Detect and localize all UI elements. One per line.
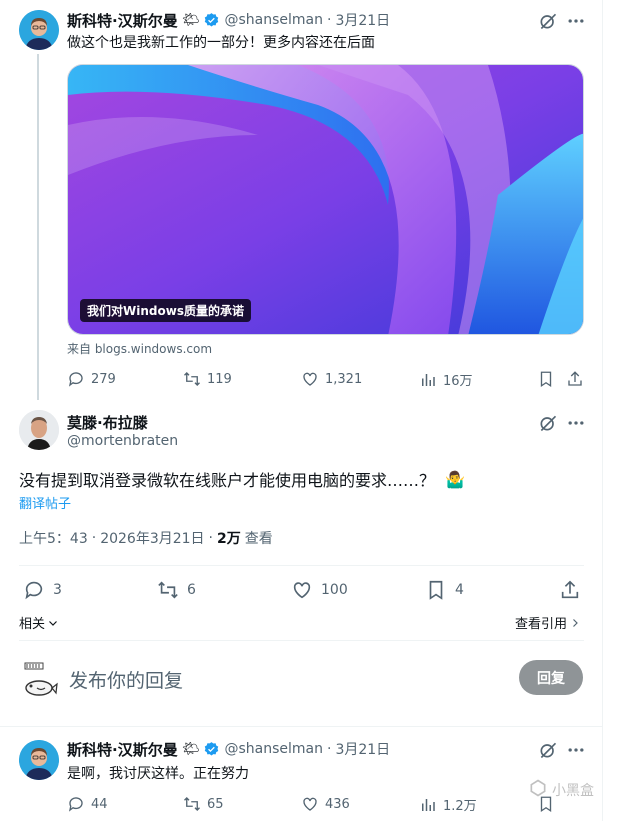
bookmark-action[interactable]: 4 (425, 579, 464, 601)
reply-icon (23, 579, 45, 601)
heart-icon (301, 370, 319, 388)
display-name[interactable]: 莫滕·布拉滕 (67, 414, 148, 432)
divider (19, 565, 584, 566)
view-quotes-link[interactable]: 查看引用 (515, 613, 581, 632)
like-count: 1,321 (325, 371, 363, 387)
heart-icon (301, 795, 319, 813)
view-count: 16万 (443, 374, 473, 389)
views-action[interactable]: 16万 (419, 370, 473, 389)
tweet-meta: 上午5：43 · 2026年3月21日 · 2万 查看 (19, 528, 273, 548)
card-source[interactable]: 来自 blogs.windows.com (67, 340, 212, 357)
verified-badge-icon (203, 741, 220, 758)
display-name[interactable]: 斯科特·汉斯尔曼 (67, 10, 178, 31)
bookmark-icon[interactable] (537, 370, 555, 388)
tweet-date[interactable]: 2026年3月21日 (100, 528, 204, 548)
more-options-icon[interactable] (566, 413, 586, 433)
card-caption: 我们对Windows质量的承诺 (80, 299, 251, 322)
timestamp[interactable]: 3月21日 (335, 10, 390, 30)
divider (0, 726, 602, 727)
retweet-count: 65 (207, 796, 224, 812)
watermark-logo-icon (528, 778, 548, 802)
reply-button[interactable]: 回复 (519, 660, 583, 695)
display-name[interactable]: 斯科特·汉斯尔曼 (67, 739, 178, 760)
bookmark-count: 4 (455, 582, 464, 598)
view-quotes-label: 查看引用 (515, 617, 568, 632)
handle[interactable]: @mortenbraten (67, 433, 178, 449)
reply-action[interactable]: 279 (67, 370, 116, 388)
tweet-time[interactable]: 上午5：43 (19, 528, 88, 548)
tweet2-header: 斯科特·汉斯尔曼 🌤 @shanselman · 3月21日 (67, 739, 390, 759)
reply-icon (67, 370, 85, 388)
handle[interactable]: @shanselman (224, 741, 323, 757)
translate-link[interactable]: 翻译帖子 (19, 493, 71, 512)
retweet-action[interactable]: 6 (157, 579, 196, 601)
separator: · (327, 741, 332, 757)
retweet-action[interactable]: 65 (183, 795, 224, 813)
views-action[interactable]: 1.2万 (419, 795, 477, 814)
grok-icon[interactable] (538, 413, 558, 433)
separator: · (208, 530, 213, 546)
main-tweet-name: 莫滕·布拉滕 (67, 412, 148, 433)
related-label: 相关 (19, 617, 46, 632)
like-action[interactable]: 436 (301, 795, 350, 813)
verified-badge-icon (203, 12, 220, 29)
tweet1-header: 斯科特·汉斯尔曼 🌤 @shanselman · 3月21日 (67, 10, 390, 30)
like-action[interactable]: 1,321 (301, 370, 362, 388)
grok-icon[interactable] (538, 11, 558, 31)
avatar-mortenbraten[interactable] (19, 410, 59, 450)
avatar-current-user[interactable] (19, 660, 59, 700)
reply-count: 3 (53, 582, 62, 598)
tweet-text: 做这个也是我新工作的一部分！更多内容还在后面 (67, 35, 375, 51)
timeline-panel: 斯科特·汉斯尔曼 🌤 @shanselman · 3月21日 做这个也是我新工作… (0, 0, 603, 821)
avatar-shanselman[interactable] (19, 740, 59, 780)
divider (19, 640, 584, 641)
share-icon[interactable] (566, 370, 584, 388)
thread-connector (37, 54, 39, 400)
retweet-icon (183, 370, 201, 388)
heart-icon (291, 579, 313, 601)
watermark-text: 小黑盒 (552, 783, 594, 799)
shrug-emoji: 🤷‍♂️ (445, 469, 465, 489)
like-action[interactable]: 100 (291, 579, 348, 601)
bar-chart-icon (419, 796, 437, 814)
like-count: 436 (325, 796, 350, 812)
separator: · (91, 530, 97, 546)
main-tweet-text: 没有提到取消登录微软在线账户才能使用电脑的要求……？ 🤷‍♂️ (19, 467, 465, 491)
avatar-shanselman[interactable] (19, 10, 59, 50)
retweet-icon (183, 795, 201, 813)
chevron-right-icon (569, 617, 581, 629)
reply-action[interactable]: 44 (67, 795, 108, 813)
reply-input[interactable]: 发布你的回复 (69, 666, 183, 693)
view-count: 1.2万 (443, 799, 477, 814)
retweet-icon (157, 579, 179, 601)
grok-icon[interactable] (538, 740, 558, 760)
more-options-icon[interactable] (566, 740, 586, 760)
cloud-emoji-icon: 🌤 (181, 741, 200, 757)
reply-action[interactable]: 3 (23, 579, 62, 601)
reply-count: 44 (91, 796, 108, 812)
more-options-icon[interactable] (566, 11, 586, 31)
bookmark-icon (425, 579, 447, 601)
retweet-count: 119 (207, 371, 232, 387)
watermark: 小黑盒 (528, 778, 594, 802)
views-count: 2万 (217, 531, 241, 547)
timestamp[interactable]: 3月21日 (335, 739, 390, 759)
chevron-down-icon (47, 617, 59, 629)
share-icon[interactable] (559, 579, 581, 601)
views-label: 查看 (244, 531, 273, 547)
tweet-text: 是啊，我讨厌这样。正在努力 (67, 766, 249, 782)
handle[interactable]: @shanselman (224, 12, 323, 28)
retweet-count: 6 (187, 582, 196, 598)
cloud-emoji-icon: 🌤 (181, 12, 200, 28)
tweet-text: 没有提到取消登录微软在线账户才能使用电脑的要求……？ (19, 471, 436, 490)
reply-icon (67, 795, 85, 813)
retweet-action[interactable]: 119 (183, 370, 232, 388)
related-toggle[interactable]: 相关 (19, 613, 59, 632)
link-card-image[interactable]: 我们对Windows质量的承诺 (67, 64, 584, 335)
reply-count: 279 (91, 371, 116, 387)
separator: · (327, 12, 332, 28)
like-count: 100 (321, 582, 348, 598)
bar-chart-icon (419, 371, 437, 389)
